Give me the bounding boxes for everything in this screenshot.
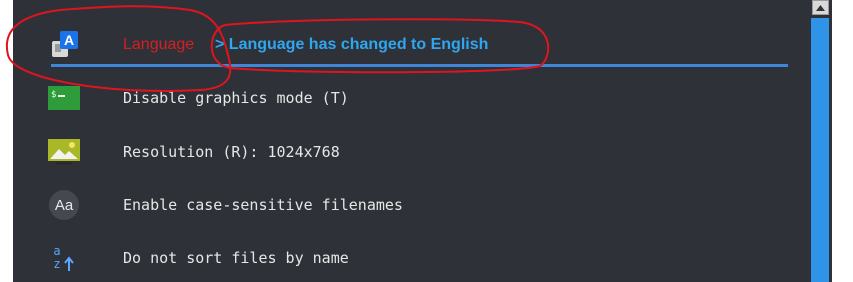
language-label: Language: [123, 36, 195, 53]
menu-item-language[interactable]: A Language > Language has changed to Eng…: [13, 20, 808, 70]
image-icon: [46, 133, 82, 169]
svg-text:$: $: [51, 90, 56, 100]
menu-item-disable-graphics[interactable]: $ Disable graphics mode (T): [13, 73, 808, 123]
chevron-up-icon: [816, 4, 825, 11]
menu-item-label: Resolution (R): 1024x768: [123, 143, 340, 161]
scrollbar-thumb[interactable]: [811, 18, 829, 282]
sort-icon-top-letter: a: [53, 244, 60, 258]
menu-item-label: Disable graphics mode (T): [123, 89, 349, 107]
sort-icon-bottom-letter: z: [53, 257, 60, 271]
menu-item-sort[interactable]: a z Do not sort files by name: [13, 233, 808, 282]
terminal-icon: $: [46, 80, 82, 116]
language-changed-message: > Language has changed to English: [215, 36, 489, 53]
menu-item-label: Enable case-sensitive filenames: [123, 196, 403, 214]
menu-item-case-sensitive[interactable]: Aa Enable case-sensitive filenames: [13, 180, 808, 230]
menu-item-resolution[interactable]: Resolution (R): 1024x768: [13, 127, 808, 177]
svg-text:A: A: [64, 32, 74, 48]
scroll-up-button[interactable]: [812, 0, 829, 15]
sort-icon: a z: [46, 240, 82, 276]
language-icon: A: [46, 27, 82, 63]
menu-panel: A Language > Language has changed to Eng…: [13, 0, 832, 282]
selection-underline: [51, 64, 788, 67]
font-case-icon: Aa: [46, 187, 82, 223]
font-case-icon-text: Aa: [55, 197, 74, 214]
menu-item-label: Do not sort files by name: [123, 249, 349, 267]
